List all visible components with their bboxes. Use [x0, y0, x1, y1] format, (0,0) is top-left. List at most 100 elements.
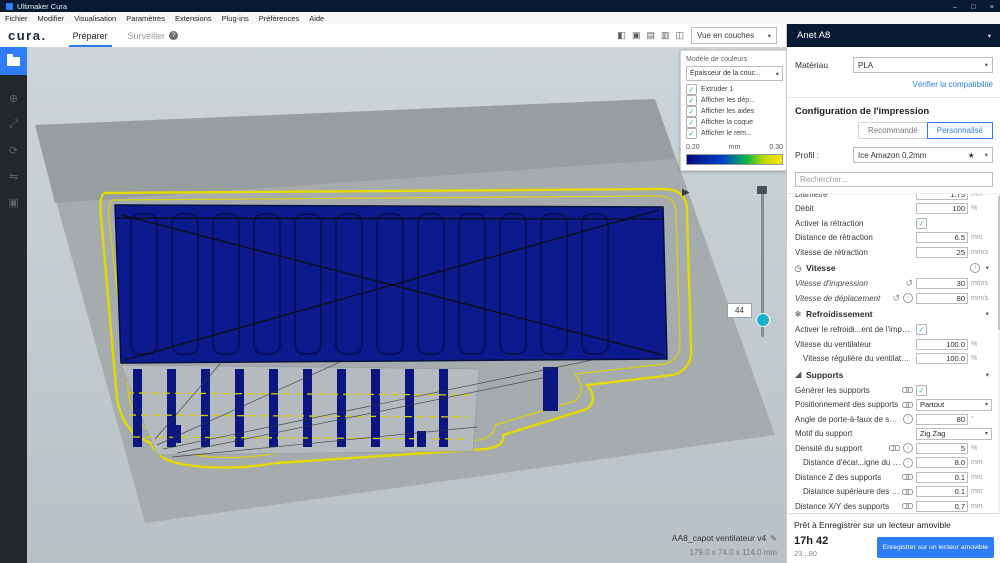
setting-row[interactable]: Activer le refroidi...ent de l'impressio…	[787, 323, 996, 338]
setting-row[interactable]: Angle de porte-à-faux de support i 80 °	[787, 412, 996, 427]
setting-row[interactable]: Vitesse d'impression ↺ 30 mm/s	[787, 277, 996, 292]
menu-item[interactable]: Plug-ins	[222, 14, 249, 23]
menu-item[interactable]: Aide	[309, 14, 324, 23]
layer-slider-handle[interactable]	[756, 313, 770, 327]
open-file-button[interactable]	[0, 47, 27, 75]
model-list-icon[interactable]: ▥	[661, 30, 670, 41]
setting-row[interactable]: Densité du support i 5%	[787, 441, 996, 456]
setting-value-field[interactable]: 30	[916, 278, 968, 290]
setting-value-field[interactable]: 25	[916, 246, 968, 258]
setting-value-field[interactable]: 6.5	[916, 232, 968, 244]
menu-item[interactable]: Extensions	[175, 14, 212, 23]
chevron-down-icon[interactable]: ▾	[985, 310, 989, 318]
setting-row[interactable]: Distance d'écar...igne du supporti 8.0 mm	[787, 456, 996, 471]
per-model-settings-icon[interactable]: ▣	[0, 193, 27, 211]
setting-row[interactable]: Débit 100%	[787, 202, 996, 217]
close-button[interactable]: ×	[990, 2, 994, 11]
tab-prepare[interactable]: Préparer	[63, 24, 118, 47]
save-to-removable-button[interactable]: Enregistrer sur un lecteur amovible	[876, 537, 994, 558]
setting-dropdown[interactable]: Zig Zag ▾	[916, 427, 992, 440]
settings-category[interactable]: ◢ Supports ▾	[787, 366, 996, 383]
checkbox[interactable]: ✓	[686, 106, 697, 117]
settings-search-input[interactable]	[795, 172, 993, 187]
setting-row[interactable]: Vitesse du ventilateur 100.0%	[787, 337, 996, 352]
setting-row[interactable]: Vitesse de déplacement ↺ i 80 mm/s	[787, 291, 996, 306]
setting-value-field[interactable]: 0.7	[916, 500, 968, 512]
move-tool-icon[interactable]: ⊕	[0, 89, 27, 107]
profile-dropdown[interactable]: Ice Amazon 0.2mm ★ ▾	[853, 147, 993, 163]
material-dropdown[interactable]: PLA ▾	[853, 57, 993, 73]
mirror-tool-icon[interactable]: ⇋	[0, 167, 27, 185]
maximize-button[interactable]: □	[971, 2, 976, 11]
menu-item[interactable]: Préférences	[259, 14, 299, 23]
check-compatibility-link[interactable]: Vérifier la compatibilité	[787, 75, 1000, 97]
setting-row[interactable]: Distance Z des supports 0.1 mm	[787, 470, 996, 485]
layer-slider-top-handle[interactable]	[757, 186, 767, 194]
minimize-button[interactable]: –	[953, 2, 957, 11]
reset-icon[interactable]: ↺	[892, 293, 900, 303]
layer-view-option[interactable]: ✓ Afficher les aides	[686, 106, 783, 117]
menu-item[interactable]: Paramètres	[126, 14, 165, 23]
setting-value-field[interactable]: 80	[916, 413, 968, 425]
layer-view-option[interactable]: ✓ Extruder 1	[686, 84, 783, 95]
setting-row[interactable]: Positionnement des supports Partout ▾	[787, 398, 996, 413]
settings-category[interactable]: ❄ Refroidissement ▾	[787, 306, 996, 323]
setting-value-field[interactable]: 100	[916, 203, 968, 215]
setting-checkbox[interactable]: ✓	[916, 217, 927, 229]
chevron-down-icon[interactable]: ▾	[985, 371, 989, 379]
layer-view-option[interactable]: ✓ Afficher les dép...	[686, 95, 783, 106]
menu-item[interactable]: Fichier	[5, 14, 28, 23]
setting-value-field[interactable]: 100.0	[916, 338, 968, 350]
reset-icon[interactable]: ↺	[905, 279, 913, 288]
setting-row[interactable]: Générer les supports ✓	[787, 383, 996, 398]
setting-row[interactable]: Distance de rétraction 6.5 mm	[787, 231, 996, 246]
setting-value-field[interactable]: 100.0	[916, 353, 968, 365]
setting-row[interactable]: Vitesse régulière du ventilateur 100.0%	[787, 352, 996, 367]
setting-checkbox[interactable]: ✓	[916, 324, 927, 336]
menu-item[interactable]: Visualisation	[74, 14, 116, 23]
setting-row[interactable]: Distance supérieure des supports 0.1 mm	[787, 485, 996, 500]
setting-value-field[interactable]: 0.1	[916, 471, 968, 483]
setting-row[interactable]: Distance X/Y des supports 0.7 mm	[787, 499, 996, 513]
setting-unit: °	[971, 415, 974, 423]
recommended-mode-button[interactable]: Recommandé	[857, 122, 928, 139]
checkbox[interactable]: ✓	[686, 84, 697, 95]
scale-tool-icon[interactable]: ⤢	[0, 115, 27, 133]
camera-view-icon[interactable]: ◧	[617, 30, 626, 41]
layer-play-button[interactable]: ▶	[682, 188, 690, 198]
view-mode-dropdown[interactable]: Vue en couches ▾	[691, 27, 777, 44]
setting-value-field[interactable]: 5	[916, 442, 968, 454]
setting-value-field[interactable]: 0.1	[916, 486, 968, 498]
viewport-3d[interactable]: Modèle de couleurs Épaisseur de la couc.…	[27, 47, 786, 563]
viewport-3d-scene[interactable]	[27, 47, 786, 563]
setting-value-field[interactable]: 80	[916, 292, 968, 304]
setting-value-field[interactable]: 8.0	[916, 457, 968, 469]
layer-view-option[interactable]: ✓ Afficher le rem...	[686, 128, 783, 139]
setting-checkbox[interactable]: ✓	[916, 384, 927, 396]
star-icon[interactable]: ★	[964, 151, 979, 160]
setting-dropdown[interactable]: Partout ▾	[916, 398, 992, 411]
setting-value-field[interactable]: 1.75	[916, 194, 968, 200]
setting-row[interactable]: Activer la rétraction ✓	[787, 216, 996, 231]
tab-monitor[interactable]: Surveiller ?	[118, 24, 189, 47]
setting-row[interactable]: Diamètre 1.75 mm	[787, 194, 996, 202]
rotate-tool-icon[interactable]: ⟳	[0, 141, 27, 159]
rename-pencil-icon[interactable]: ✎	[770, 534, 777, 543]
custom-mode-button[interactable]: Personnalisé	[926, 122, 993, 139]
settings-scroll-area[interactable]: Diamètre 1.75 mm Débit 100% Activer la rétrac…	[787, 193, 1000, 513]
snapshot-icon[interactable]: ▣	[632, 30, 641, 41]
checkbox[interactable]: ✓	[686, 128, 697, 139]
color-scheme-dropdown[interactable]: Épaisseur de la couc... ▾	[686, 66, 783, 81]
printer-selector[interactable]: Anet A8 ▾	[787, 24, 1000, 47]
setting-row[interactable]: Vitesse de rétraction 25 mm/s	[787, 245, 996, 260]
menu-item[interactable]: Modifier	[38, 14, 65, 23]
layer-view-option[interactable]: ✓ Afficher la coque	[686, 117, 783, 128]
setting-row[interactable]: Motif du support Zig Zag ▾	[787, 427, 996, 442]
checkbox[interactable]: ✓	[686, 117, 697, 128]
settings-category[interactable]: ◷ Vitesse i ▾	[787, 260, 996, 277]
checkbox[interactable]: ✓	[686, 95, 697, 106]
chevron-down-icon[interactable]: ▾	[985, 264, 989, 272]
xray-view-icon[interactable]: ◫	[675, 30, 684, 41]
print-layout-icon[interactable]: ▤	[646, 30, 655, 41]
chevron-down-icon: ▾	[984, 402, 988, 409]
